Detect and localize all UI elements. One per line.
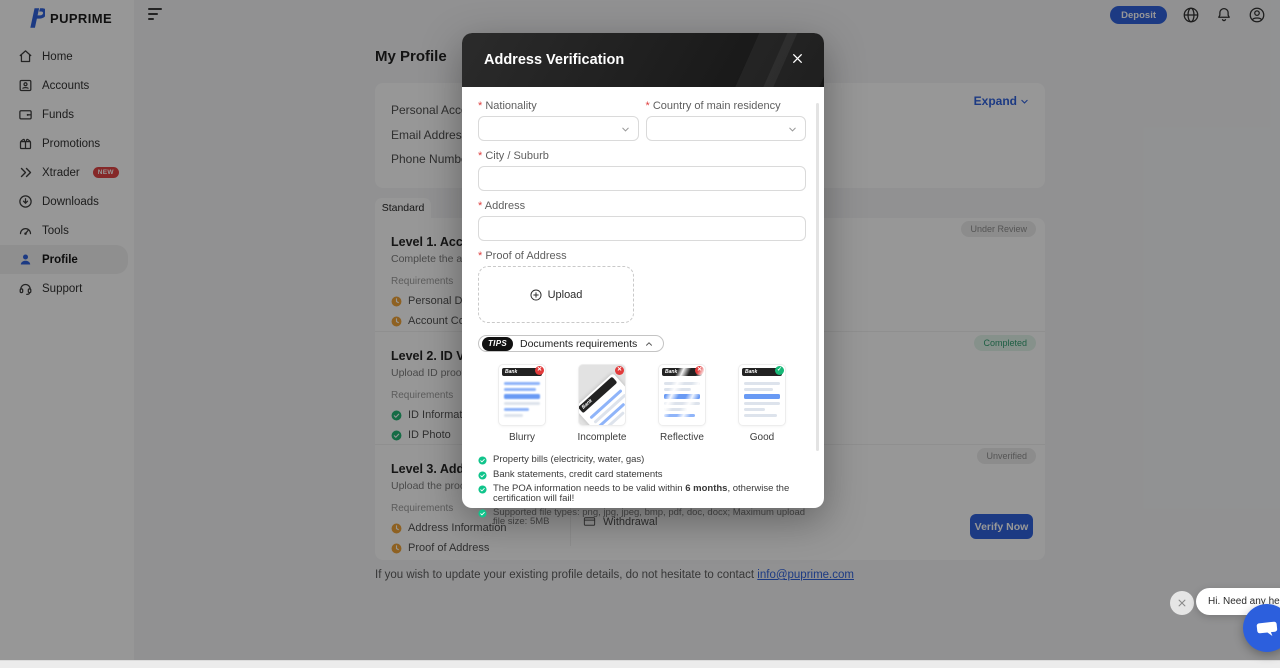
- tips-badge: TIPS: [482, 337, 513, 351]
- example-label: Good: [750, 432, 774, 443]
- proof-of-address-label: Proof of Address: [478, 250, 806, 262]
- example-incomplete: Bank ✕ Incomplete: [566, 365, 638, 443]
- example-label: Blurry: [509, 432, 535, 443]
- bullet-item: Supported file types: png, jpg, jpeg, bm…: [478, 508, 806, 527]
- blurry-doc-illustration: Bank ✕: [499, 365, 545, 425]
- address-verification-modal: Address Verification Nationality Country…: [462, 33, 824, 508]
- chat-bubble-icon: [1255, 616, 1279, 640]
- upload-label: Upload: [548, 289, 583, 301]
- country-label: Country of main residency: [646, 100, 807, 112]
- check-circle-icon: [478, 471, 487, 480]
- app: PUPRIME Home Accounts Funds Promotions X…: [0, 0, 1280, 668]
- check-circle-icon: [478, 456, 487, 465]
- nationality-select[interactable]: [478, 116, 639, 141]
- chevron-up-icon: [644, 339, 654, 349]
- nationality-label: Nationality: [478, 100, 639, 112]
- close-icon: [1177, 598, 1187, 608]
- address-label: Address: [478, 200, 806, 212]
- example-blurry: Bank ✕ Blurry: [486, 365, 558, 443]
- example-reflective: Bank ✕ Reflective: [646, 365, 718, 443]
- bullet-text: Property bills (electricity, water, gas): [493, 455, 644, 465]
- example-label: Incomplete: [578, 432, 627, 443]
- bullet-item: The POA information needs to be valid wi…: [478, 484, 806, 503]
- reject-x-icon: ✕: [615, 366, 624, 375]
- example-label: Reflective: [660, 432, 704, 443]
- tips-toggle[interactable]: TIPS Documents requirements: [478, 335, 664, 352]
- address-input[interactable]: [478, 216, 806, 241]
- tips-label: Documents requirements: [520, 338, 637, 350]
- country-select[interactable]: [646, 116, 807, 141]
- upload-dropzone[interactable]: Upload: [478, 266, 634, 323]
- modal-body: Nationality Country of main residency Ci…: [462, 87, 824, 527]
- bullet-text: Supported file types: png, jpg, jpeg, bm…: [493, 508, 806, 527]
- modal-scrollbar-thumb[interactable]: [816, 103, 819, 451]
- upload-plus-icon: [530, 289, 542, 301]
- city-label: City / Suburb: [478, 150, 806, 162]
- reject-x-icon: ✕: [535, 366, 544, 375]
- requirements-bullets: Property bills (electricity, water, gas)…: [478, 455, 806, 527]
- good-doc-illustration: Bank ✓: [739, 365, 785, 425]
- chevron-down-icon: [620, 124, 631, 135]
- chevron-down-icon: [787, 124, 798, 135]
- approve-check-icon: ✓: [775, 366, 784, 375]
- close-button[interactable]: [786, 47, 808, 69]
- bullet-item: Property bills (electricity, water, gas): [478, 455, 806, 465]
- bullet-item: Bank statements, credit card statements: [478, 470, 806, 480]
- city-input[interactable]: [478, 166, 806, 191]
- bullet-text: Bank statements, credit card statements: [493, 470, 663, 480]
- check-circle-icon: [478, 509, 487, 518]
- document-examples: Bank ✕ Blurry Bank ✕ Incomplete: [478, 365, 806, 443]
- modal-title: Address Verification: [484, 52, 624, 68]
- example-good: Bank ✓ Good: [726, 365, 798, 443]
- reflection-glare: [659, 365, 705, 425]
- close-icon: [791, 52, 804, 65]
- reflective-doc-illustration: Bank ✕: [659, 365, 705, 425]
- bullet-text: The POA information needs to be valid wi…: [493, 484, 806, 503]
- modal-header: Address Verification: [462, 33, 824, 87]
- incomplete-doc-illustration: Bank ✕: [579, 365, 625, 425]
- chat-dismiss-button[interactable]: [1170, 591, 1194, 615]
- horizontal-scrollbar[interactable]: [0, 660, 1280, 668]
- check-circle-icon: [478, 485, 487, 494]
